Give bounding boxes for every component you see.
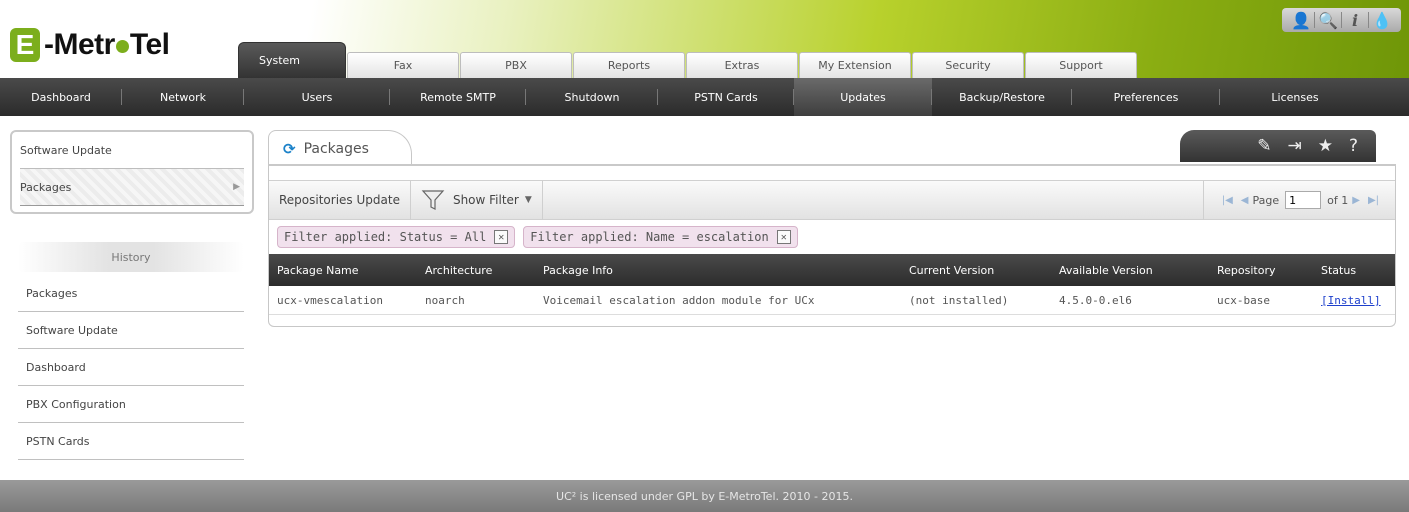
column-header-current-version[interactable]: Current Version	[901, 264, 1051, 277]
page-label: Page	[1252, 193, 1280, 207]
subnav-licenses[interactable]: Licenses	[1220, 78, 1370, 116]
user-icon[interactable]: 👤	[1288, 11, 1314, 30]
tab-extras[interactable]: Extras	[686, 52, 798, 78]
repositories-update-button[interactable]: Repositories Update	[269, 180, 411, 220]
footer: UC² is licensed under GPL by E-MetroTel.…	[0, 480, 1409, 512]
logo-text-part-2: Tel	[129, 28, 170, 61]
info-icon[interactable]: i	[1342, 11, 1368, 30]
applied-filters: Filter applied: Status = All ✕ Filter ap…	[277, 226, 806, 248]
history-item-packages[interactable]: Packages	[18, 275, 244, 312]
first-page-icon[interactable]: |◀	[1222, 195, 1233, 206]
left-menu-packages[interactable]: Packages ▶	[20, 169, 244, 206]
pagination: |◀ ◀ Page of 1 ▶ ▶|	[1202, 180, 1395, 220]
subnav-backup-restore[interactable]: Backup/Restore	[932, 78, 1072, 116]
packages-toolbar: Repositories Update Show Filter ▼ |◀ ◀ P…	[269, 180, 1395, 220]
cell-status: [Install]	[1313, 294, 1395, 307]
filter-chip-label: Filter applied: Status = All	[284, 230, 487, 244]
search-icon[interactable]: 🔍	[1315, 11, 1341, 30]
packages-panel: Repositories Update Show Filter ▼ |◀ ◀ P…	[268, 166, 1396, 327]
window-tools: ✎ ⇥ ★ ?	[1180, 130, 1376, 162]
tab-reports[interactable]: Reports	[573, 52, 685, 78]
left-menu-label: Packages	[20, 180, 72, 194]
app-header: E -Metr Tel 👤 🔍 i 💧 System Fax PBX Report…	[0, 0, 1409, 78]
cell-package-name: ucx-vmescalation	[277, 293, 383, 307]
column-header-available-version[interactable]: Available Version	[1051, 264, 1209, 277]
subnav-remote-smtp[interactable]: Remote SMTP	[390, 78, 526, 116]
column-header-package-name[interactable]: Package Name	[269, 264, 417, 277]
pin-icon[interactable]: ⇥	[1287, 136, 1301, 156]
subnav-pstn-cards[interactable]: PSTN Cards	[658, 78, 794, 116]
table-header: Package Name Architecture Package Info C…	[269, 254, 1395, 286]
left-menu-panel: Software Update Packages ▶	[10, 130, 254, 214]
filter-chip-label: Filter applied: Name = escalation	[530, 230, 769, 244]
subnav-network[interactable]: Network	[122, 78, 244, 116]
logo-text-part-1: -Metr	[44, 28, 115, 61]
logo-dot-icon	[115, 39, 129, 53]
packages-table: Package Name Architecture Package Info C…	[269, 254, 1395, 315]
page-total-label: of 1	[1327, 193, 1349, 207]
sub-navigation: Dashboard Network Users Remote SMTP Shut…	[0, 78, 1409, 116]
logo-e-mark: E	[10, 28, 40, 62]
drop-icon[interactable]: 💧	[1369, 11, 1395, 30]
history-header: History	[18, 242, 244, 272]
content-tab-title: Packages	[303, 140, 369, 157]
cell-architecture: noarch	[425, 293, 465, 307]
column-header-architecture[interactable]: Architecture	[417, 264, 535, 277]
page-number-input[interactable]	[1285, 191, 1322, 209]
chevron-down-icon: ▼	[524, 195, 532, 205]
filter-chip-status: Filter applied: Status = All ✕	[277, 226, 516, 248]
prev-page-icon[interactable]: ◀	[1241, 195, 1249, 206]
history-item-pbx-configuration[interactable]: PBX Configuration	[18, 386, 244, 423]
tab-my-extension[interactable]: My Extension	[799, 52, 911, 78]
subnav-shutdown[interactable]: Shutdown	[526, 78, 658, 116]
funnel-icon	[421, 190, 445, 210]
show-filter-label: Show Filter	[452, 193, 519, 207]
help-icon[interactable]: ?	[1349, 136, 1358, 156]
table-row: ucx-vmescalation noarch Voicemail escala…	[269, 286, 1395, 315]
history-item-dashboard[interactable]: Dashboard	[18, 349, 244, 386]
refresh-packages-icon: ⟳	[283, 139, 296, 158]
cell-available-version: 4.5.0-0.el6	[1059, 293, 1132, 307]
content-tab-packages[interactable]: ⟳ Packages	[268, 130, 412, 166]
filter-chip-name: Filter applied: Name = escalation ✕	[523, 226, 798, 248]
main-tabs: System Fax PBX Reports Extras My Extensi…	[238, 42, 1138, 78]
subnav-users[interactable]: Users	[244, 78, 390, 116]
left-menu-label: Software Update	[20, 143, 112, 157]
history-item-pstn-cards[interactable]: PSTN Cards	[18, 423, 244, 460]
column-header-package-info[interactable]: Package Info	[535, 264, 901, 277]
last-page-icon[interactable]: ▶|	[1368, 195, 1379, 206]
tab-fax[interactable]: Fax	[347, 52, 459, 78]
column-header-status[interactable]: Status	[1313, 264, 1395, 277]
tab-security[interactable]: Security	[912, 52, 1024, 78]
history-list: Packages Software Update Dashboard PBX C…	[18, 275, 244, 460]
close-icon[interactable]: ✕	[776, 230, 791, 244]
cell-current-version: (not installed)	[909, 293, 1009, 307]
top-icon-bar: 👤 🔍 i 💧	[1282, 8, 1401, 32]
history-item-software-update[interactable]: Software Update	[18, 312, 244, 349]
arrow-right-icon: ▶	[233, 182, 240, 192]
cell-repository: ucx-base	[1217, 293, 1270, 307]
next-page-icon[interactable]: ▶	[1352, 195, 1360, 206]
tab-system[interactable]: System	[238, 42, 346, 78]
tab-pbx[interactable]: PBX	[460, 52, 572, 78]
left-menu-software-update[interactable]: Software Update	[20, 132, 244, 169]
star-icon[interactable]: ★	[1318, 136, 1333, 156]
cell-package-info: Voicemail escalation addon module for UC…	[543, 293, 815, 307]
subnav-updates[interactable]: Updates	[794, 78, 932, 116]
column-header-repository[interactable]: Repository	[1209, 264, 1313, 277]
subnav-dashboard[interactable]: Dashboard	[0, 78, 122, 116]
show-filter-button[interactable]: Show Filter ▼	[411, 180, 543, 220]
logo-text: -Metr Tel	[44, 28, 170, 62]
subnav-preferences[interactable]: Preferences	[1072, 78, 1220, 116]
tab-support[interactable]: Support	[1025, 52, 1137, 78]
e-metrotel-logo[interactable]: E -Metr Tel	[10, 26, 170, 64]
install-link[interactable]: [Install]	[1321, 294, 1381, 307]
edit-icon[interactable]: ✎	[1257, 136, 1271, 156]
close-icon[interactable]: ✕	[494, 230, 509, 244]
